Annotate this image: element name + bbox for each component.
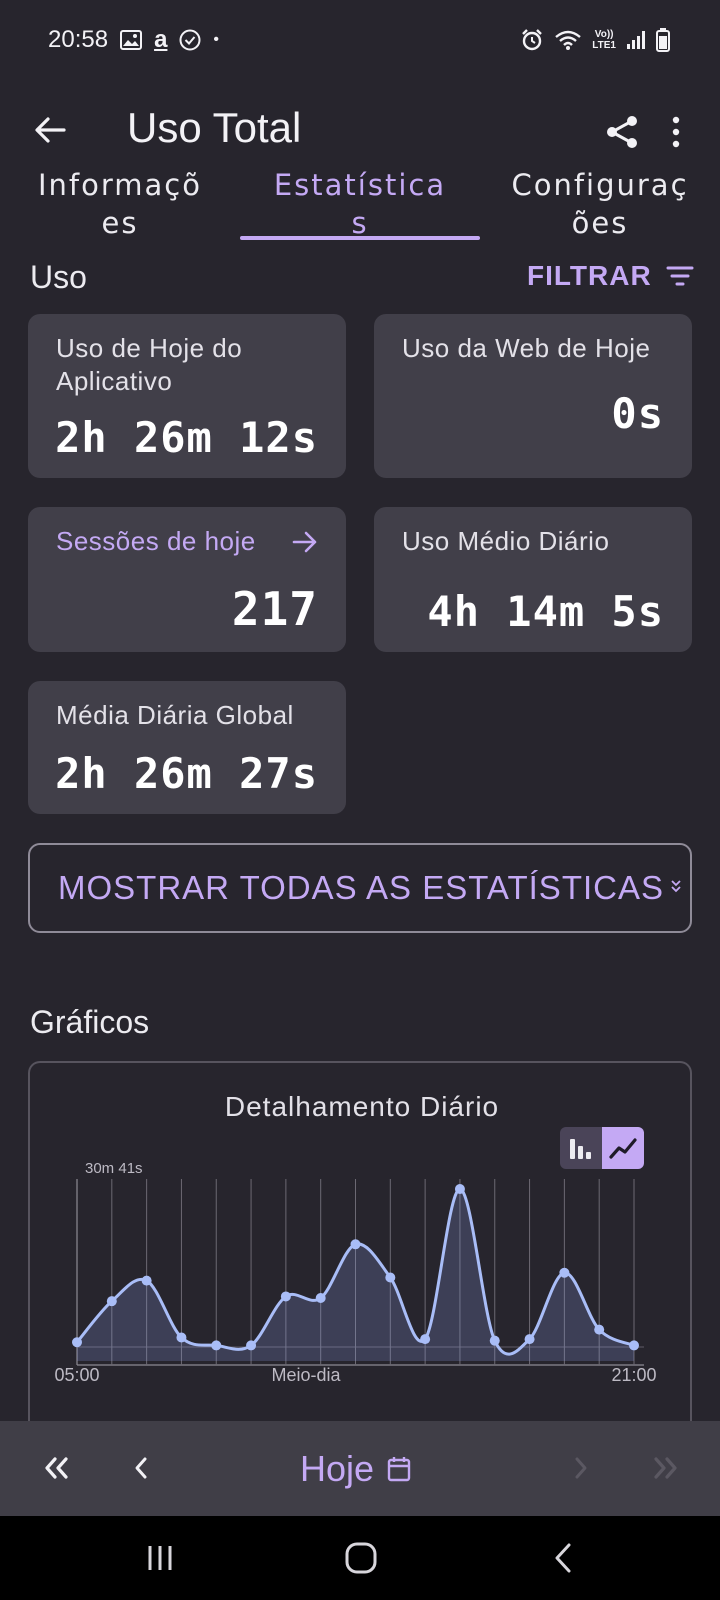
back-button[interactable] [26,106,74,154]
arrow-left-icon [35,117,66,143]
data-point [489,1335,500,1346]
calendar-icon [387,1457,411,1482]
date-navigation-bar: Hoje [0,1421,720,1516]
card-sessions-today[interactable]: Sessões de hoje 217 [28,507,346,652]
usage-section-title: Uso [30,259,87,295]
next-period-button[interactable] [556,1443,606,1493]
battery-icon [656,28,670,52]
system-back-button[interactable] [538,1536,588,1580]
data-point [176,1332,187,1343]
system-back-icon [555,1543,571,1573]
amazon-glyph: a [154,26,168,53]
tab-label-line2: es [101,206,139,240]
tab-configuracoes[interactable]: Configuraç ões [480,166,720,242]
check-circle-icon [179,29,201,51]
filter-button[interactable]: FILTRAR [527,260,694,292]
card-value: 2h 26m 12s [55,413,318,462]
arrow-right-icon [292,531,317,552]
data-point [211,1340,222,1351]
amazon-icon: a [154,26,167,54]
chevron-left-icon [135,1457,147,1479]
wifi-icon [554,29,582,51]
card-global-daily-average: Média Diária Global 2h 26m 27s [28,681,346,814]
card-label: Média Diária Global [56,700,294,730]
tab-label-line2: ões [571,206,629,240]
card-app-usage-today: Uso de Hoje do Aplicativo 2h 26m 12s [28,314,346,478]
card-label: Sessões de hoje [56,526,256,556]
tab-label-line1: Configuraç [511,168,689,202]
card-label: Uso Médio Diário [402,526,610,556]
card-label-link: Sessões de hoje [56,525,318,558]
card-average-daily-usage: Uso Médio Diário 4h 14m 5s [374,507,692,652]
x-tick-label: Meio-dia [271,1365,341,1385]
recent-apps-button[interactable] [135,1536,185,1580]
data-point [594,1324,605,1335]
volte-top: Vo)) [594,29,614,40]
status-time: 20:58 [48,26,109,53]
card-label: Uso de Hoje do Aplicativo [56,333,243,396]
chevron-right-icon [575,1457,587,1479]
show-all-stats-button[interactable]: MOSTRAR TODAS AS ESTATÍSTICAS [28,843,692,933]
double-chevron-down-icon [671,880,681,893]
previous-period-button[interactable] [116,1443,166,1493]
data-point [524,1334,535,1345]
status-bar: 20:58 a • Vo)) LTE1 [0,0,720,80]
card-value: 217 [231,582,318,636]
system-navigation-bar [0,1516,720,1600]
data-point [141,1275,152,1286]
tab-estatisticas[interactable]: Estatística s [240,166,480,242]
page-title: Uso Total [127,104,302,151]
card-value: 0s [611,389,664,438]
notification-dot: • [213,31,220,48]
tab-label-line1: Estatística [273,168,447,202]
card-label: Uso da Web de Hoje [402,333,651,363]
signal-icon [626,30,646,50]
tab-informacoes[interactable]: Informaçõ es [0,166,240,242]
card-value: 4h 14m 5s [427,587,664,636]
data-point [350,1239,361,1250]
more-options-button[interactable] [656,108,696,156]
data-point [629,1340,639,1351]
y-max-label: 30m 41s [85,1160,143,1177]
recents-icon [148,1546,172,1570]
home-button[interactable] [336,1536,386,1580]
data-point [420,1334,431,1345]
data-point [315,1293,326,1304]
tab-label-line1: Informaçõ [37,168,202,202]
card-web-usage-today: Uso da Web de Hoje 0s [374,314,692,478]
alarm-icon [520,28,544,52]
tab-indicator [240,236,480,240]
home-icon [345,1542,377,1574]
tab-bar: Informaçõ es Estatística s Configuraç õe… [0,160,720,244]
more-vert-icon [672,116,680,148]
data-point [106,1296,117,1307]
data-point [454,1184,465,1194]
data-point [559,1267,570,1278]
share-icon [607,116,637,148]
show-all-label: MOSTRAR TODAS AS ESTATÍSTICAS [58,869,665,906]
charts-section-title: Gráficos [30,1004,150,1040]
data-point [280,1291,291,1302]
x-tick-label: 21:00 [611,1365,656,1385]
volte-bottom: LTE1 [592,40,616,51]
double-chevron-right-icon [654,1457,677,1479]
filter-label: FILTRAR [527,260,652,291]
image-icon [120,30,143,50]
data-point [385,1272,396,1283]
filter-icon [666,266,694,286]
card-value: 2h 26m 27s [55,749,318,798]
x-tick-label: 05:00 [54,1365,99,1385]
today-label: Hoje [300,1448,375,1489]
daily-breakdown-chart: 30m 41s 05:00 Meio-dia 21:00 [54,1160,656,1385]
daily-breakdown-card: Detalhamento Diário 30m 41s 05:00 Meio-d… [28,1061,692,1421]
double-chevron-left-icon [45,1457,68,1479]
data-point [246,1340,257,1351]
today-date-picker-button[interactable]: Hoje [300,1443,412,1495]
first-period-button[interactable] [32,1443,82,1493]
share-button[interactable] [598,108,646,156]
data-point [72,1337,82,1348]
volte-icon: Vo)) LTE1 [592,29,616,51]
last-period-button[interactable] [640,1443,690,1493]
